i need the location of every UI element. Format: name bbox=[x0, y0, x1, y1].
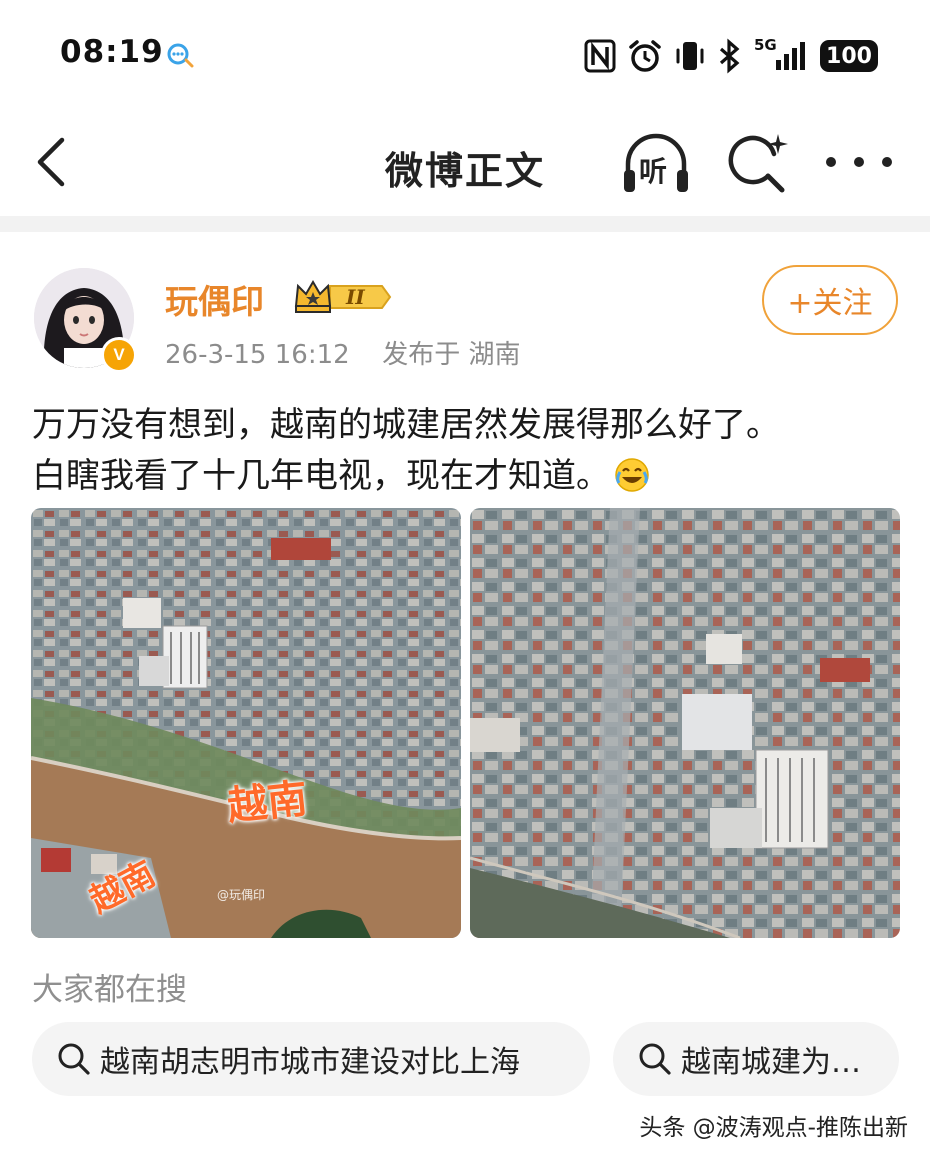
title-bar: 微博正文 听 bbox=[0, 110, 930, 216]
page-title: 微博正文 bbox=[384, 149, 545, 193]
post-time: 26-3-15 16:12 bbox=[165, 340, 350, 370]
post-body: 万万没有想到，越南的城建居然发展得那么好了。 白瞎我看了十几年电视，现在才知道。 bbox=[32, 400, 912, 502]
source-watermark: 头条 @波涛观点-推陈出新 bbox=[639, 1115, 908, 1141]
chat-notification-icon bbox=[167, 43, 194, 68]
bluetooth-icon bbox=[719, 38, 740, 74]
follow-button[interactable]: +关注 bbox=[762, 265, 898, 335]
section-divider bbox=[0, 216, 930, 232]
related-search-label: 越南胡志明市城市建设对比上海 bbox=[100, 1045, 520, 1080]
signal-5g-icon: 5G bbox=[752, 36, 808, 74]
post-location: 发布于 湖南 bbox=[382, 340, 521, 370]
member-level-badge: II bbox=[294, 278, 392, 316]
crown-icon bbox=[294, 280, 392, 313]
status-bar: 08:19 5G 100 bbox=[0, 0, 930, 110]
more-options-button[interactable] bbox=[826, 142, 892, 182]
vibrate-icon bbox=[676, 42, 704, 70]
aerial-city-tower-image bbox=[470, 508, 900, 938]
status-icons: 5G 100 bbox=[584, 36, 878, 76]
image-overlay-label: 越南 bbox=[225, 775, 310, 831]
alarm-icon bbox=[629, 40, 661, 72]
image-watermark: @玩偶印 bbox=[217, 888, 266, 902]
post-text-line: 万万没有想到，越南的城建居然发展得那么好了。 bbox=[32, 405, 780, 445]
post-meta: 26-3-15 16:12 发布于 湖南 bbox=[165, 334, 520, 371]
dot-icon bbox=[854, 157, 864, 167]
status-time: 08:19 bbox=[60, 34, 164, 70]
post-image-2[interactable] bbox=[470, 508, 900, 938]
nfc-icon bbox=[584, 39, 616, 73]
battery-indicator: 100 bbox=[820, 40, 878, 72]
related-search-chip[interactable]: 越南胡志明市城市建设对比上海 bbox=[32, 1022, 590, 1096]
dot-icon bbox=[826, 157, 836, 167]
related-search-chip-2[interactable]: 越南城建为… bbox=[613, 1022, 899, 1096]
author-name[interactable]: 玩偶印 bbox=[165, 275, 264, 323]
search-sparkle-icon[interactable] bbox=[728, 132, 790, 196]
dot-icon bbox=[882, 157, 892, 167]
post-text-line-2: 白瞎我看了十几年电视，现在才知道。 bbox=[32, 451, 912, 502]
related-searches-heading: 大家都在搜 bbox=[32, 972, 187, 1008]
listen-button[interactable]: 听 bbox=[620, 130, 692, 198]
verified-badge: V bbox=[101, 337, 137, 373]
member-level-label: II bbox=[346, 285, 365, 309]
search-icon bbox=[58, 1043, 90, 1075]
listen-label: 听 bbox=[639, 155, 668, 188]
search-icon bbox=[639, 1043, 671, 1075]
post-image-1[interactable]: 越南 越南 @玩偶印 bbox=[31, 508, 461, 938]
related-search-label-2: 越南城建为… bbox=[681, 1045, 861, 1080]
laughing-crying-icon bbox=[615, 458, 649, 492]
